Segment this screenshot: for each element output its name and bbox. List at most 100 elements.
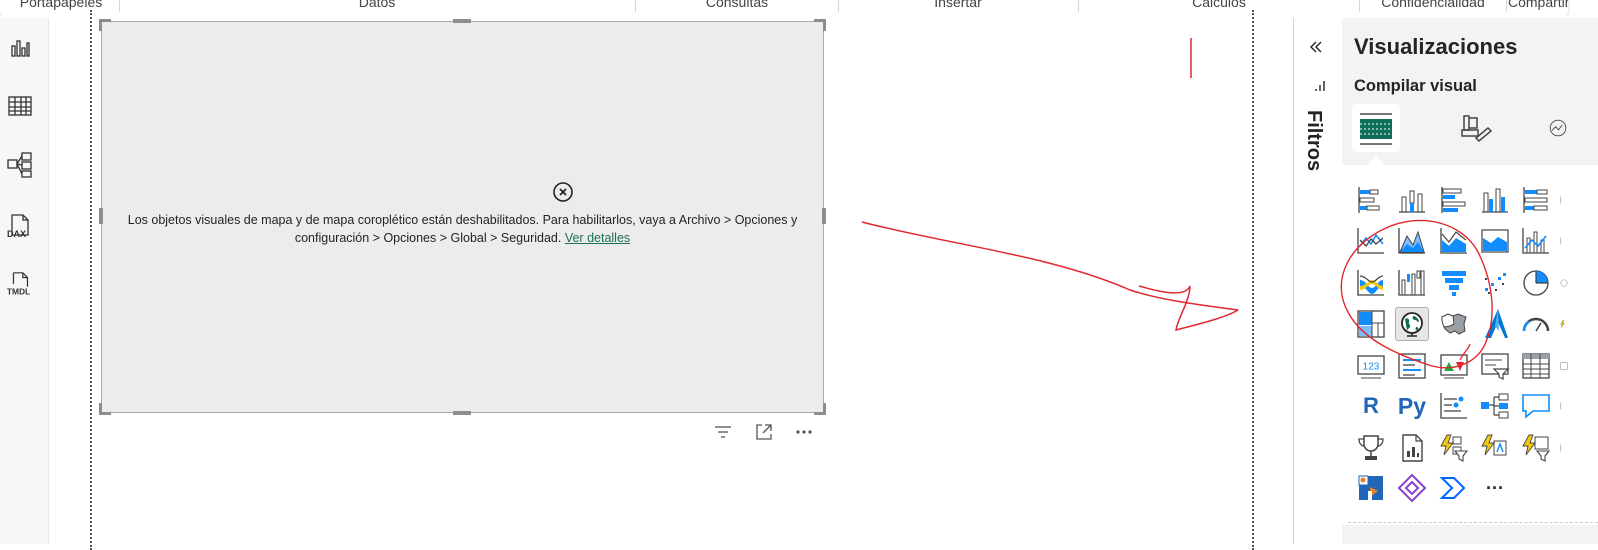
azure-map-button[interactable]	[1479, 308, 1511, 340]
ribbon-group-confidencialidad[interactable]: Confidencialidad	[1360, 0, 1506, 12]
map-button[interactable]	[1395, 307, 1429, 341]
line-and-column-chart-button[interactable]	[1520, 225, 1552, 257]
qa-visual-button[interactable]	[1520, 390, 1552, 422]
report-view-button[interactable]	[6, 34, 34, 62]
paginated-report-button[interactable]	[1396, 432, 1428, 464]
more-options-button[interactable]	[793, 422, 815, 442]
resize-handle[interactable]	[453, 411, 471, 415]
get-more-visuals-button[interactable]: ···	[1479, 472, 1511, 504]
donut-chart-button[interactable]	[1560, 267, 1568, 299]
python-icon: Py	[1397, 392, 1427, 419]
power-apps-slicer-button[interactable]	[1520, 432, 1552, 464]
dax-label: DAX	[7, 229, 26, 239]
analytics-icon	[1549, 119, 1567, 137]
key-influencers-button[interactable]	[1438, 390, 1470, 422]
funnel-chart-icon	[1442, 271, 1466, 296]
scatter-chart-button[interactable]	[1479, 267, 1511, 299]
map-visual-container[interactable]: Los objetos visuales de mapa y de mapa c…	[99, 19, 826, 415]
area-chart-button[interactable]	[1396, 225, 1428, 257]
filter-button[interactable]	[712, 422, 734, 442]
ribbon-chart-icon	[1357, 270, 1384, 296]
error-icon	[553, 182, 573, 202]
line-and-column-chart-icon	[1522, 228, 1549, 254]
focus-mode-button[interactable]	[753, 422, 775, 442]
matrix-button[interactable]	[1560, 350, 1568, 382]
stacked-column-chart-icon	[1399, 190, 1425, 213]
resize-handle[interactable]	[99, 208, 103, 224]
line-and-stacked-column-chart-button[interactable]	[1560, 225, 1568, 257]
power-automate-button[interactable]	[1560, 308, 1568, 340]
100-stacked-bar-chart-icon	[1523, 187, 1548, 213]
pie-chart-button[interactable]	[1520, 267, 1552, 299]
kpi-icon	[1440, 354, 1468, 379]
card-button[interactable]: 123	[1355, 350, 1387, 382]
table-button[interactable]	[1520, 350, 1552, 382]
100-stacked-column-chart-button[interactable]	[1560, 184, 1568, 216]
globe-map-icon	[1401, 312, 1423, 337]
treemap-button[interactable]	[1355, 308, 1387, 340]
table-view-button[interactable]	[6, 92, 34, 120]
python-visual-button[interactable]: Py	[1396, 390, 1428, 422]
power-apps-slicer-icon	[1522, 434, 1551, 462]
power-automate-flow-button[interactable]	[1479, 432, 1511, 464]
key-influencers-icon	[1440, 393, 1467, 419]
kpi-button[interactable]	[1438, 350, 1470, 382]
table-icon	[1522, 353, 1550, 379]
stacked-column-chart-button[interactable]	[1396, 184, 1428, 216]
decomposition-tree-icon	[1481, 393, 1509, 419]
multi-row-card-button[interactable]	[1396, 350, 1428, 382]
funnel-chart-button[interactable]	[1438, 267, 1470, 299]
power-automate-visual-button[interactable]	[1438, 472, 1470, 504]
metrics-button[interactable]	[1355, 432, 1387, 464]
gauge-button[interactable]	[1520, 308, 1552, 340]
stacked-bar-chart-button[interactable]	[1355, 184, 1387, 216]
clustered-bar-chart-icon	[1441, 187, 1466, 213]
stacked-area-chart-button[interactable]	[1438, 225, 1470, 257]
waterfall-chart-button[interactable]	[1396, 267, 1428, 299]
resize-handle[interactable]	[99, 403, 102, 415]
clustered-bar-chart-button[interactable]	[1438, 184, 1470, 216]
view-switcher-rail: DAX TMDL	[0, 18, 49, 544]
ribbon-chart-button[interactable]	[1355, 267, 1387, 299]
card-icon: 123	[1357, 355, 1385, 379]
stacked-bar-chart-icon	[1358, 187, 1380, 213]
multi-row-card-icon	[1398, 353, 1426, 379]
donut-chart-icon	[1560, 279, 1568, 287]
r-script-visual-button[interactable]: R	[1355, 390, 1387, 422]
filters-pane-label[interactable]: Filtros	[1302, 110, 1325, 171]
more-visuals-label: ···	[1486, 477, 1504, 498]
resize-handle[interactable]	[99, 19, 102, 31]
power-apps-button[interactable]	[1438, 432, 1470, 464]
details-link[interactable]: Ver detalles	[565, 231, 630, 245]
filled-map-icon	[1441, 313, 1467, 335]
resize-handle[interactable]	[453, 19, 471, 23]
decomposition-tree-button[interactable]	[1479, 390, 1511, 422]
ribbon-group-compartir[interactable]: Compartir	[1508, 0, 1568, 12]
clustered-column-chart-button[interactable]	[1479, 184, 1511, 216]
custom-visual-2-button[interactable]	[1396, 472, 1428, 504]
100-stacked-bar-chart-button[interactable]	[1520, 184, 1552, 216]
tab-analytics[interactable]	[1546, 106, 1570, 150]
double-chevron-left-icon[interactable]	[1309, 40, 1323, 54]
smart-narrative-button[interactable]	[1560, 390, 1568, 422]
slicer-button[interactable]	[1479, 350, 1511, 382]
custom-visual-1-button[interactable]	[1355, 472, 1387, 504]
model-view-button[interactable]	[6, 151, 34, 179]
clustered-column-chart-icon	[1482, 188, 1508, 213]
tab-format-visual[interactable]	[1453, 106, 1497, 150]
100-stacked-area-chart-button[interactable]	[1479, 225, 1511, 257]
filled-map-button[interactable]	[1438, 308, 1470, 340]
table-view-icon	[8, 96, 32, 116]
more-visuals-partial-button[interactable]	[1560, 432, 1568, 464]
resize-handle[interactable]	[823, 19, 826, 31]
visual-gallery	[1342, 165, 1598, 525]
resize-handle[interactable]	[822, 208, 826, 224]
line-chart-button[interactable]	[1355, 225, 1387, 257]
viz-pane-title: Visualizaciones	[1354, 34, 1518, 59]
tab-build-visual[interactable]	[1354, 106, 1398, 150]
dax-query-view-button[interactable]: DAX	[6, 212, 34, 240]
dax-query-view-icon: DAX	[7, 214, 29, 239]
build-visual-icon	[1360, 113, 1392, 145]
resize-handle[interactable]	[823, 403, 826, 415]
tmdl-view-button[interactable]: TMDL	[6, 270, 34, 298]
